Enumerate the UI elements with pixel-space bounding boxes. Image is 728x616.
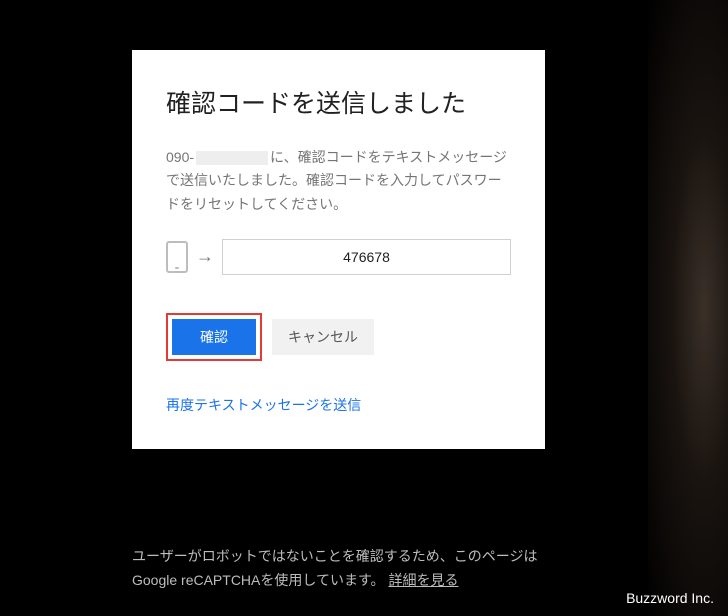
confirm-highlight: 確認 (166, 313, 262, 361)
recaptcha-text: ユーザーがロボットではないことを確認するため、このページはGoogle reCA… (132, 548, 537, 588)
arrow-right-icon: → (196, 246, 214, 267)
phone-prefix: 090- (166, 149, 194, 165)
code-input-row: → (166, 239, 511, 275)
phone-icon (166, 241, 188, 273)
recaptcha-note: ユーザーがロボットではないことを確認するため、このページはGoogle reCA… (132, 545, 545, 593)
cancel-button[interactable]: キャンセル (272, 319, 374, 355)
card-description: 090-に、確認コードをテキストメッセージで送信いたしました。確認コードを入力し… (166, 146, 511, 217)
recaptcha-detail-link[interactable]: 詳細を見る (388, 572, 458, 588)
confirm-button[interactable]: 確認 (172, 319, 256, 355)
resend-sms-link[interactable]: 再度テキストメッセージを送信 (166, 397, 361, 413)
card-title: 確認コードを送信しました (166, 86, 511, 124)
button-row: 確認 キャンセル (166, 313, 511, 361)
verification-card: 確認コードを送信しました 090-に、確認コードをテキストメッセージで送信いたし… (132, 50, 545, 449)
background-image (648, 0, 728, 616)
redacted-phone (196, 151, 268, 165)
verification-code-input[interactable] (222, 239, 511, 275)
watermark: Buzzword Inc. (626, 590, 714, 606)
